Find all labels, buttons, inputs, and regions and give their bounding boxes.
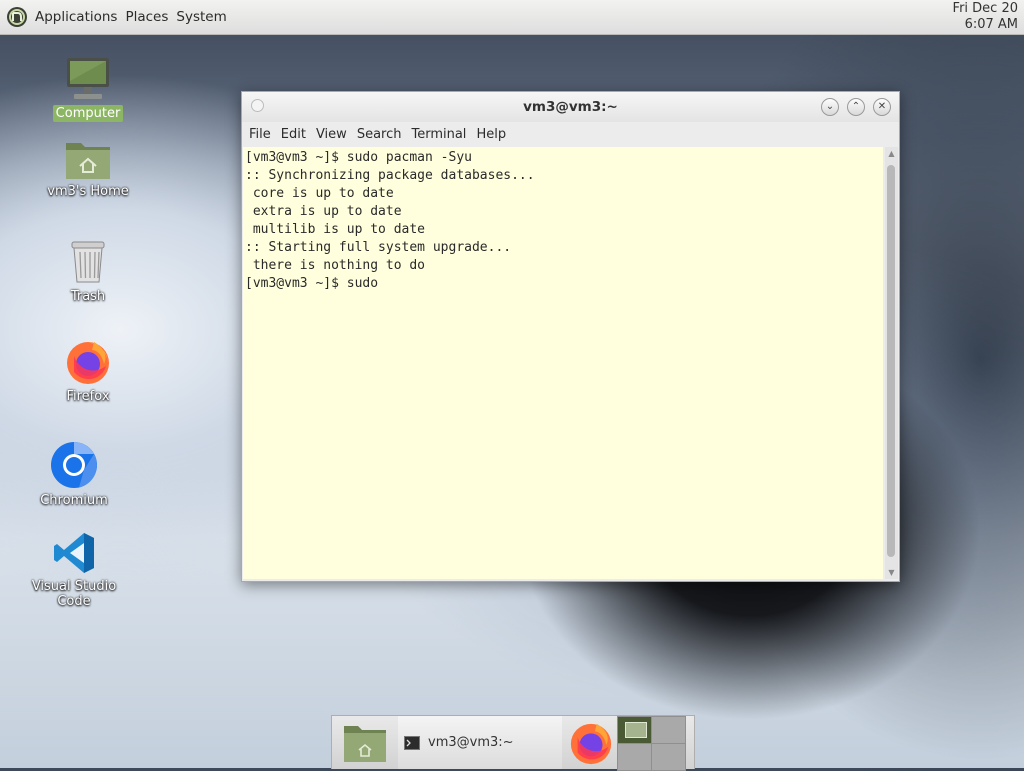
minimize-button[interactable]: ⌄ [821, 98, 839, 116]
top-panel: Applications Places System Fri Dec 20 6:… [0, 0, 1024, 35]
scroll-up-icon[interactable]: ▲ [885, 149, 898, 158]
trash-icon [71, 241, 105, 283]
desktop-icon-label: Trash [70, 289, 106, 304]
workspace-window-thumb [625, 722, 647, 738]
window-menu-button[interactable] [251, 99, 264, 112]
desktop-icon-trash[interactable]: Trash [28, 238, 148, 305]
menu-edit[interactable]: Edit [281, 127, 306, 142]
desktop-icon-label: Visual Studio Code [31, 579, 117, 609]
clock-date: Fri Dec 20 [952, 1, 1018, 16]
desktop-icon-home[interactable]: vm3's Home [28, 137, 148, 200]
desktop-icon-computer[interactable]: Computer [28, 55, 148, 122]
terminal-output[interactable]: [vm3@vm3 ~]$ sudo pacman -Syu :: Synchro… [243, 147, 883, 579]
terminal-prompt-line: [vm3@vm3 ~]$ sudo [245, 276, 379, 291]
chevron-up-icon: ⌃ [851, 101, 861, 112]
firefox-launcher-icon[interactable] [568, 720, 614, 766]
window-title: vm3@vm3:~ [523, 99, 618, 115]
computer-icon [67, 58, 109, 99]
workspace-3[interactable] [617, 743, 652, 771]
mint-menu-icon[interactable] [6, 6, 28, 28]
desktop-icon-label: Chromium [40, 493, 108, 508]
desktop-icon-vscode[interactable]: Visual Studio Code [14, 530, 134, 610]
show-desktop-folder-icon[interactable] [343, 721, 387, 763]
window-titlebar[interactable]: vm3@vm3:~ ⌄ ⌃ ✕ [242, 92, 899, 122]
taskbar-item-label: vm3@vm3:~ [428, 735, 514, 750]
desktop-icon-chromium[interactable]: Chromium [14, 440, 134, 509]
firefox-icon [67, 342, 109, 384]
workspace-4[interactable] [651, 743, 686, 771]
vscode-icon [54, 533, 94, 573]
scrollbar-thumb[interactable] [887, 165, 895, 557]
scroll-down-icon[interactable]: ▼ [885, 568, 898, 577]
chromium-icon [51, 442, 97, 488]
terminal-line: [vm3@vm3 ~]$ sudo pacman -Syu [245, 150, 472, 165]
menu-file[interactable]: File [249, 127, 271, 142]
menu-view[interactable]: View [316, 127, 347, 142]
menu-search[interactable]: Search [357, 127, 402, 142]
terminal-menubar: File Edit View Search Terminal Help [242, 122, 899, 146]
chevron-down-icon: ⌄ [825, 101, 835, 112]
clock-time: 6:07 AM [964, 17, 1018, 32]
menu-terminal[interactable]: Terminal [411, 127, 466, 142]
bottom-panel: vm3@vm3:~ [331, 715, 695, 771]
close-button[interactable]: ✕ [873, 98, 891, 116]
clock[interactable]: Fri Dec 20 6:07 AM [953, 1, 1018, 33]
applications-menu[interactable]: Applications [35, 9, 117, 25]
terminal-line: :: Starting full system upgrade... [245, 240, 512, 255]
menu-help[interactable]: Help [476, 127, 506, 142]
workspace-1[interactable] [617, 716, 652, 744]
terminal-line: core is up to date [245, 186, 394, 201]
desktop-icon-label: Firefox [66, 389, 110, 404]
system-menu[interactable]: System [176, 9, 226, 25]
taskbar-item-terminal[interactable]: vm3@vm3:~ [398, 716, 562, 769]
terminal-line: :: Synchronizing package databases... [245, 168, 535, 183]
terminal-icon [404, 735, 420, 750]
home-folder-icon [66, 143, 110, 179]
desktop-icon-label: Computer [52, 105, 124, 122]
terminal-scrollbar[interactable]: ▲ ▼ [885, 147, 898, 579]
terminal-line: multilib is up to date [245, 222, 426, 237]
terminal-window: vm3@vm3:~ ⌄ ⌃ ✕ File Edit View Search Te… [241, 91, 900, 582]
terminal-line: there is nothing to do [245, 258, 426, 273]
close-icon: ✕ [877, 101, 887, 112]
desktop-icon-firefox[interactable]: Firefox [28, 338, 148, 405]
desktop-icon-label: vm3's Home [47, 184, 129, 199]
places-menu[interactable]: Places [125, 9, 168, 25]
maximize-button[interactable]: ⌃ [847, 98, 865, 116]
terminal-line: extra is up to date [245, 204, 402, 219]
workspace-2[interactable] [651, 716, 686, 744]
